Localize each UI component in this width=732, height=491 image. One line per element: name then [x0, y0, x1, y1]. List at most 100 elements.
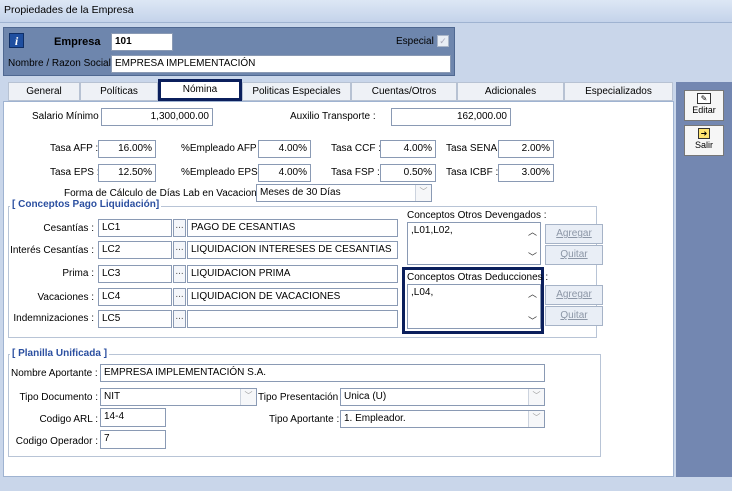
tipo-documento-label: Tipo Documento :: [19, 392, 98, 403]
deducciones-quitar-button[interactable]: Quitar: [545, 306, 603, 326]
operador-label: Codigo Operador :: [15, 436, 98, 447]
deducciones-label: Conceptos Otras Deducciones :: [407, 272, 549, 283]
tab-politicas-especiales[interactable]: Politicas Especiales: [242, 82, 351, 101]
company-header: i Empresa 101 Especial ✓ Nombre / Razon …: [3, 27, 455, 76]
cesantias-code[interactable]: LC1: [98, 219, 172, 237]
indemnizaciones-lookup-button[interactable]: ...: [173, 310, 186, 328]
conceptos-title: [ Conceptos Pago Liquidación]: [10, 199, 162, 210]
edit-icon: ✎: [697, 93, 711, 104]
tasa-fsp-field[interactable]: 0.50%: [380, 164, 436, 182]
emp-afp-field[interactable]: 4.00%: [258, 140, 311, 158]
tipo-presentacion-label: Tipo Presentación :: [258, 392, 344, 403]
tipo-documento-select[interactable]: NIT ﹀: [100, 388, 257, 406]
editar-label: Editar: [692, 105, 716, 115]
tasa-sena-field[interactable]: 2.00%: [498, 140, 554, 158]
auxilio-field[interactable]: 162,000.00: [391, 108, 511, 126]
devengados-label: Conceptos Otros Devengados :: [407, 210, 547, 221]
interes-cesantias-lookup-button[interactable]: ...: [173, 241, 186, 259]
tipo-presentacion-value: Unica (U): [344, 391, 387, 402]
vacaciones-code[interactable]: LC4: [98, 288, 172, 306]
salir-label: Salir: [694, 140, 713, 150]
tasa-sena-label: Tasa SENA :: [446, 143, 503, 154]
action-sidebar: ✎ Editar ➜ Salir: [676, 82, 732, 477]
forma-calculo-select[interactable]: Meses de 30 Días ﹀: [256, 184, 432, 202]
tasa-icbf-label: Tasa ICBF :: [446, 167, 499, 178]
chevron-up-icon[interactable]: ︿: [526, 226, 539, 238]
deducciones-scrollbar[interactable]: ︿ ﹀: [526, 286, 539, 327]
nomina-panel: Salario Mínimo : 1,300,000.00 Auxilio Tr…: [3, 101, 674, 477]
tab-cuentas-otros[interactable]: Cuentas/Otros: [351, 82, 457, 101]
chevron-down-icon[interactable]: ﹀: [240, 389, 256, 405]
chevron-up-icon[interactable]: ︿: [526, 288, 539, 300]
cesantias-label: Cesantías :: [43, 223, 94, 234]
tab-nomina[interactable]: Nómina: [158, 79, 242, 101]
tipo-aportante-value: 1. Empleador.: [344, 413, 406, 424]
window-title: Propiedades de la Empresa: [0, 0, 732, 23]
prima-desc: LIQUIDACION PRIMA: [187, 265, 398, 283]
salario-field[interactable]: 1,300,000.00: [101, 108, 213, 126]
vacaciones-lookup-button[interactable]: ...: [173, 288, 186, 306]
arl-field[interactable]: 14-4: [100, 408, 166, 427]
deducciones-list[interactable]: ,L04, ︿ ﹀: [407, 284, 541, 329]
prima-label: Prima :: [62, 268, 94, 279]
tasa-ccf-field[interactable]: 4.00%: [380, 140, 436, 158]
tab-adicionales[interactable]: Adicionales: [457, 82, 564, 101]
tab-especializados[interactable]: Especializados: [564, 82, 673, 101]
tasa-icbf-field[interactable]: 3.00%: [498, 164, 554, 182]
chevron-down-icon[interactable]: ﹀: [526, 251, 539, 263]
vacaciones-desc: LIQUIDACION DE VACACIONES: [187, 288, 398, 306]
indemnizaciones-label: Indemnizaciones :: [13, 313, 94, 324]
deducciones-agregar-button[interactable]: Agregar: [545, 285, 603, 305]
tab-general[interactable]: General: [8, 82, 80, 101]
tasa-fsp-label: Tasa FSP :: [331, 167, 380, 178]
forma-calculo-value: Meses de 30 Días: [260, 187, 341, 198]
especial-label: Especial: [396, 36, 434, 47]
status-bar: [0, 477, 732, 491]
chevron-down-icon[interactable]: ﹀: [526, 315, 539, 327]
devengados-value: ,L01,L02,: [411, 225, 453, 236]
empresa-label: Empresa: [54, 36, 101, 48]
emp-afp-label: %Empleado AFP :: [181, 143, 262, 154]
cesantias-desc: PAGO DE CESANTIAS: [187, 219, 398, 237]
tasa-afp-field[interactable]: 16.00%: [98, 140, 156, 158]
deducciones-value: ,L04,: [411, 287, 434, 298]
aportante-field[interactable]: EMPRESA IMPLEMENTACIÓN S.A.: [100, 364, 545, 382]
tipo-presentacion-select[interactable]: Unica (U) ﹀: [340, 388, 545, 406]
interes-cesantias-code[interactable]: LC2: [98, 241, 172, 259]
nombre-field[interactable]: EMPRESA IMPLEMENTACIÓN: [111, 55, 451, 73]
cesantias-lookup-button[interactable]: ...: [173, 219, 186, 237]
tasa-ccf-label: Tasa CCF :: [331, 143, 382, 154]
devengados-quitar-button[interactable]: Quitar: [545, 245, 603, 265]
tipo-aportante-label: Tipo Aportante :: [269, 414, 340, 425]
emp-eps-field[interactable]: 4.00%: [258, 164, 311, 182]
devengados-list[interactable]: ,L01,L02, ︿ ﹀: [407, 222, 541, 265]
especial-checkbox[interactable]: ✓: [437, 35, 449, 47]
empresa-field[interactable]: 101: [111, 33, 173, 51]
editar-button[interactable]: ✎ Editar: [684, 90, 724, 121]
tipo-aportante-select[interactable]: 1. Empleador. ﹀: [340, 410, 545, 428]
prima-code[interactable]: LC3: [98, 265, 172, 283]
chevron-down-icon[interactable]: ﹀: [528, 389, 544, 405]
chevron-down-icon[interactable]: ﹀: [415, 185, 431, 201]
indemnizaciones-desc: [187, 310, 398, 328]
tasa-afp-label: Tasa AFP :: [50, 143, 99, 154]
interes-cesantias-desc: LIQUIDACION INTERESES DE CESANTIAS: [187, 241, 398, 259]
indemnizaciones-code[interactable]: LC5: [98, 310, 172, 328]
salir-button[interactable]: ➜ Salir: [684, 125, 724, 156]
tasa-eps-field[interactable]: 12.50%: [98, 164, 156, 182]
salario-label: Salario Mínimo :: [32, 111, 105, 122]
nombre-label: Nombre / Razon Social: [8, 58, 111, 69]
operador-field[interactable]: 7: [100, 430, 166, 449]
prima-lookup-button[interactable]: ...: [173, 265, 186, 283]
vacaciones-label: Vacaciones :: [37, 292, 94, 303]
devengados-scrollbar[interactable]: ︿ ﹀: [526, 224, 539, 263]
chevron-down-icon[interactable]: ﹀: [528, 411, 544, 427]
tab-politicas[interactable]: Políticas: [80, 82, 158, 101]
exit-icon: ➜: [698, 128, 710, 139]
arl-label: Codigo ARL :: [39, 414, 98, 425]
aportante-label: Nombre Aportante :: [11, 368, 98, 379]
devengados-agregar-button[interactable]: Agregar: [545, 224, 603, 244]
tasa-eps-label: Tasa EPS :: [50, 167, 100, 178]
info-icon: i: [9, 33, 24, 48]
tab-bar: General Políticas Nómina Politicas Espec…: [8, 79, 674, 102]
